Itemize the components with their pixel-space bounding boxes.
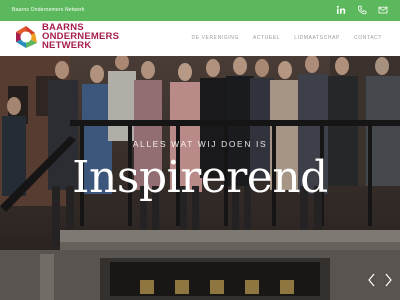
hero-slider: ALLES WAT WIJ DOEN IS Inspirerend bbox=[0, 56, 400, 300]
logo[interactable]: BAARNS ONDERNEMERS NETWERK bbox=[13, 23, 119, 50]
nav-item-de-vereniging[interactable]: DE VERENIGING bbox=[191, 35, 239, 41]
phone-icon[interactable] bbox=[357, 5, 367, 15]
hero-subtitle: ALLES WAT WIJ DOEN IS bbox=[132, 139, 268, 149]
nav-item-contact[interactable]: CONTACT bbox=[354, 35, 382, 41]
logo-text: BAARNS ONDERNEMERS NETWERK bbox=[42, 23, 119, 51]
logo-line-3: NETWERK bbox=[42, 40, 92, 51]
hero-title: Inspirerend bbox=[72, 152, 328, 203]
nav-item-actueel[interactable]: ACTUEEL bbox=[253, 35, 280, 41]
chevron-right-icon[interactable] bbox=[381, 272, 395, 288]
site-header: BAARNS ONDERNEMERS NETWERK DE VERENIGING… bbox=[0, 21, 400, 56]
linkedin-icon[interactable] bbox=[336, 5, 346, 15]
chevron-left-icon[interactable] bbox=[365, 272, 379, 288]
logo-mark-icon bbox=[16, 25, 37, 48]
main-nav: DE VERENIGING ACTUEEL LIDMAATSCHAP CONTA… bbox=[191, 35, 382, 41]
nav-item-lidmaatschap[interactable]: LIDMAATSCHAP bbox=[294, 35, 340, 41]
mail-icon[interactable] bbox=[378, 5, 388, 15]
top-bar: Baarns Ondernemers Netwerk bbox=[0, 0, 400, 21]
social-icons bbox=[336, 5, 388, 15]
tagline: Baarns Ondernemers Netwerk bbox=[12, 7, 85, 13]
